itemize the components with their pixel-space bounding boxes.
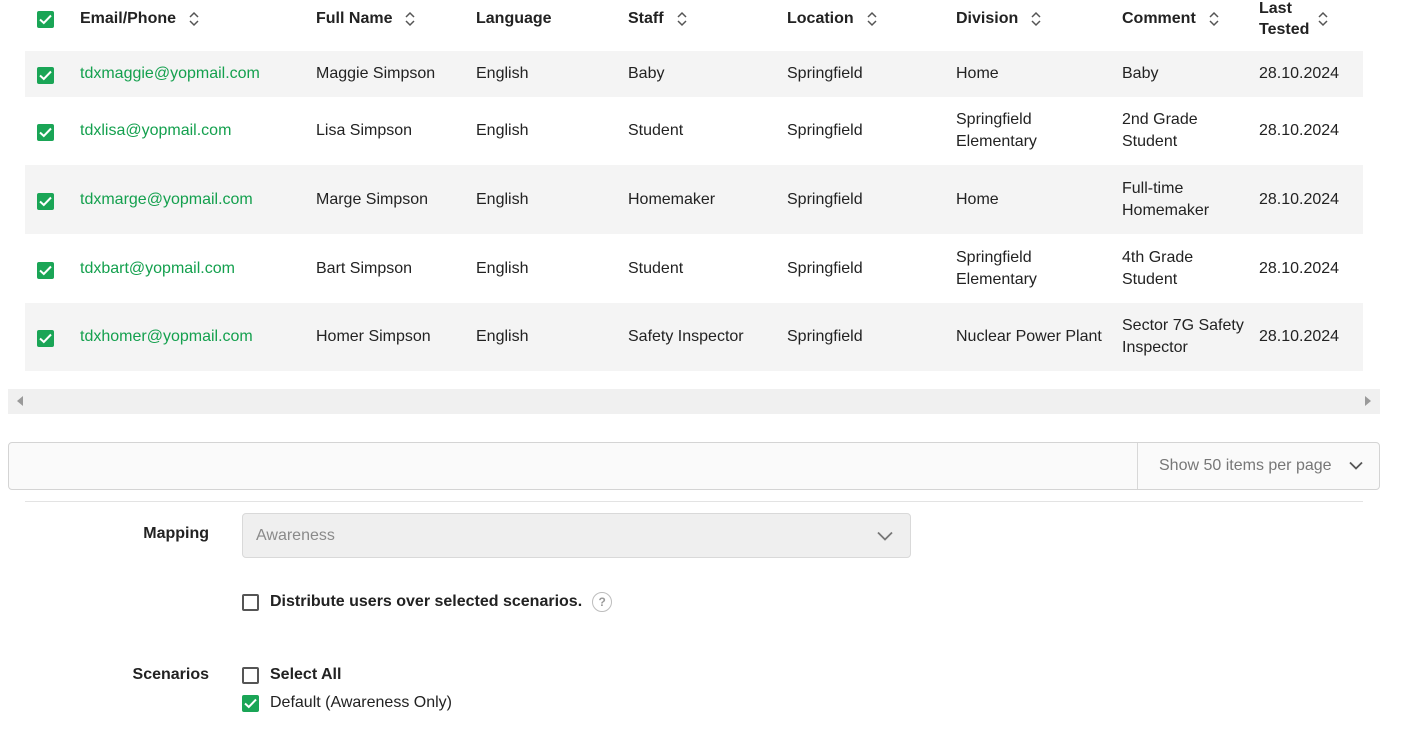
scroll-right-icon[interactable]	[1365, 396, 1371, 406]
cell-language: English	[476, 122, 529, 139]
row-select-checkbox[interactable]	[37, 192, 54, 210]
section-divider	[25, 501, 1363, 502]
cell-division: Home	[956, 65, 999, 82]
mapping-label: Mapping	[143, 525, 209, 542]
users-table: Email/Phone Full Name Language Staff Loc…	[25, 0, 1363, 371]
cell-location: Springfield	[787, 328, 863, 345]
cell-division: Springfield Elementary	[956, 248, 1037, 288]
cell-location: Springfield	[787, 65, 863, 82]
horizontal-scrollbar[interactable]	[8, 389, 1380, 414]
sort-icon[interactable]	[866, 10, 878, 28]
table-row[interactable]: tdxbart@yopmail.com Bart Simpson English St…	[25, 234, 1363, 303]
cell-language: English	[476, 259, 529, 277]
column-header-email[interactable]: Email/Phone	[80, 0, 200, 38]
sort-icon[interactable]	[676, 10, 688, 28]
cell-email[interactable]: tdxhomer@yopmail.com	[80, 303, 300, 371]
cell-division: Home	[956, 190, 999, 208]
cell-full-name: Marge Simpson	[316, 190, 429, 208]
table-row[interactable]: tdxhomer@yopmail.com Homer Simpson English…	[25, 303, 1363, 371]
cell-staff: Student	[628, 122, 684, 139]
cell-staff: Student	[628, 259, 684, 277]
cell-staff: Baby	[628, 65, 665, 82]
column-header-division[interactable]: Division	[956, 0, 1042, 38]
cell-last-tested: 28.10.2024	[1259, 190, 1340, 208]
cell-staff: Safety Inspector	[628, 328, 744, 345]
cell-comment: 4th Grade Student	[1122, 248, 1194, 288]
cell-language: English	[476, 190, 529, 208]
row-select-checkbox[interactable]	[37, 67, 54, 84]
table-body: tdxmaggie@yopmail.com Maggie Simpson Engli…	[25, 51, 1363, 371]
cell-full-name: Maggie Simpson	[316, 65, 436, 82]
sort-icon[interactable]	[1208, 10, 1220, 28]
cell-email[interactable]: tdxlisa@yopmail.com	[80, 97, 300, 165]
sort-icon[interactable]	[1030, 10, 1042, 28]
column-header-last-tested[interactable]: Last Tested	[1259, 0, 1329, 38]
table-row[interactable]: tdxlisa@yopmail.com Lisa Simpson English St…	[25, 97, 1363, 165]
chevron-down-icon	[1349, 461, 1363, 470]
scenario-label: Default (Awareness Only)	[270, 694, 452, 711]
sort-icon[interactable]	[404, 10, 416, 28]
scroll-left-icon[interactable]	[17, 396, 23, 406]
items-per-page-select[interactable]: Show 50 items per page	[1137, 443, 1379, 489]
cell-location: Springfield	[787, 190, 863, 208]
cell-location: Springfield	[787, 122, 863, 139]
sort-icon[interactable]	[188, 10, 200, 28]
cell-division: Springfield Elementary	[956, 111, 1037, 150]
cell-comment: Baby	[1122, 65, 1159, 82]
cell-language: English	[476, 65, 529, 82]
cell-full-name: Homer Simpson	[316, 328, 431, 345]
table-row[interactable]: tdxmarge@yopmail.com Marge Simpson English…	[25, 165, 1363, 234]
select-all-scenarios-checkbox[interactable]	[242, 666, 259, 684]
cell-division: Nuclear Power Plant	[956, 328, 1102, 345]
cell-comment: Full-time Homemaker	[1122, 179, 1210, 219]
row-select-checkbox[interactable]	[37, 261, 54, 279]
cell-email[interactable]: tdxbart@yopmail.com	[80, 234, 300, 303]
pagination-bar: Show 50 items per page	[8, 442, 1380, 490]
table-header: Email/Phone Full Name Language Staff Loc…	[25, 0, 1363, 51]
row-select-checkbox[interactable]	[37, 124, 54, 141]
table-row[interactable]: tdxmaggie@yopmail.com Maggie Simpson Engli…	[25, 51, 1363, 97]
cell-email[interactable]: tdxmarge@yopmail.com	[80, 165, 300, 234]
column-header-location[interactable]: Location	[787, 0, 878, 38]
chevron-down-icon	[877, 531, 893, 541]
scenarios-label: Scenarios	[132, 666, 209, 683]
cell-last-tested: 28.10.2024	[1259, 122, 1340, 139]
cell-staff: Homemaker	[628, 190, 716, 208]
sort-icon[interactable]	[1317, 10, 1329, 28]
cell-location: Springfield	[787, 259, 863, 277]
column-header-language: Language	[476, 10, 552, 27]
cell-full-name: Bart Simpson	[316, 259, 413, 277]
column-header-staff[interactable]: Staff	[628, 0, 688, 38]
cell-comment: Sector 7G Safety Inspector	[1122, 317, 1244, 356]
mapping-select[interactable]: Awareness	[242, 513, 911, 558]
cell-last-tested: 28.10.2024	[1259, 259, 1340, 277]
cell-language: English	[476, 328, 529, 345]
cell-full-name: Lisa Simpson	[316, 122, 413, 139]
select-all-scenarios-option[interactable]: Select All	[242, 666, 341, 684]
column-header-comment[interactable]: Comment	[1122, 0, 1220, 38]
select-all-rows-checkbox[interactable]	[37, 11, 54, 28]
column-header-full-name[interactable]: Full Name	[316, 0, 416, 38]
cell-comment: 2nd Grade Student	[1122, 111, 1198, 150]
help-icon[interactable]: ?	[592, 592, 613, 612]
scenario-option[interactable]: Default (Awareness Only)	[242, 694, 452, 712]
cell-email[interactable]: tdxmaggie@yopmail.com	[80, 51, 300, 97]
scenario-checkbox[interactable]	[242, 694, 259, 712]
distribute-users-option[interactable]: Distribute users over selected scenarios…	[242, 592, 613, 612]
row-select-checkbox[interactable]	[37, 330, 54, 347]
cell-last-tested: 28.10.2024	[1259, 328, 1340, 345]
cell-last-tested: 28.10.2024	[1259, 65, 1340, 82]
distribute-users-checkbox[interactable]	[242, 593, 259, 611]
